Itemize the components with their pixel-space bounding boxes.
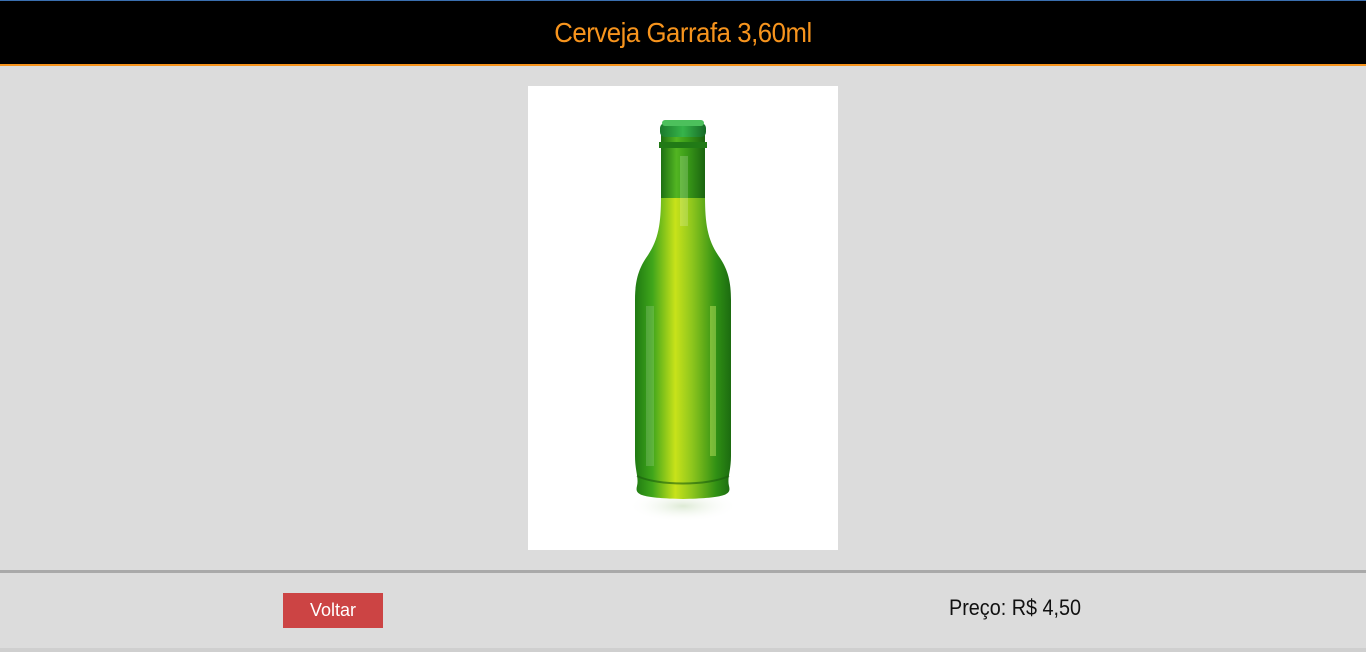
price-label: Preço: R$ 4,50 [949, 595, 1082, 620]
product-image [528, 86, 838, 550]
page-title: Cerveja Garrafa 3,60ml [554, 16, 812, 48]
back-button[interactable]: Voltar [283, 593, 383, 628]
page-bottom-edge [0, 648, 1366, 652]
product-footer: Voltar Preço: R$ 4,50 [0, 573, 1366, 648]
green-beer-bottle-icon [628, 120, 738, 522]
product-detail [0, 66, 1366, 570]
page-header: Cerveja Garrafa 3,60ml [0, 0, 1366, 66]
